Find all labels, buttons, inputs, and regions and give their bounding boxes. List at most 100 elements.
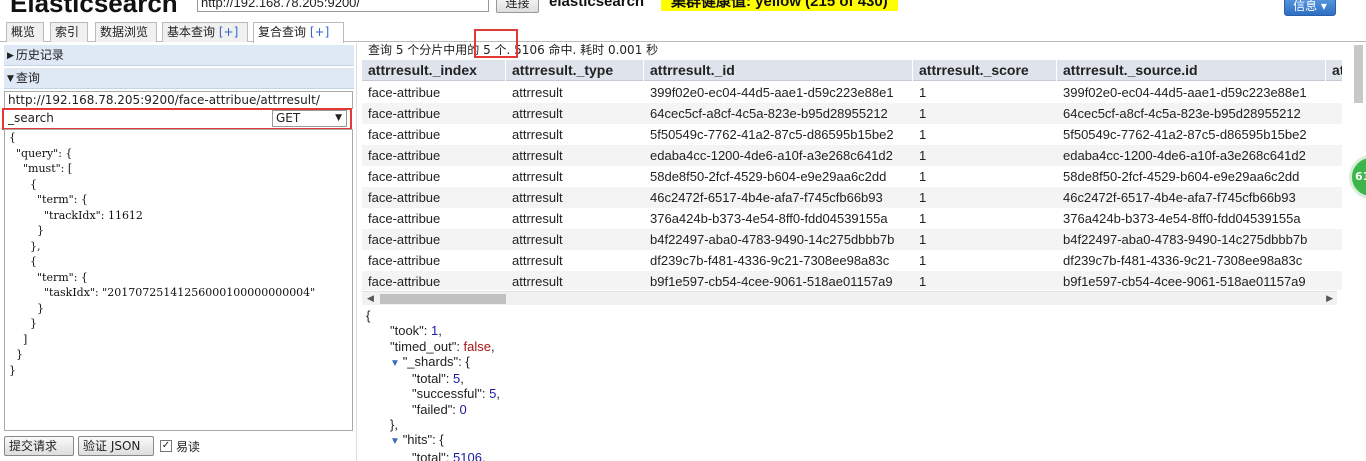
column-header[interactable]: attrresult._id — [644, 60, 913, 81]
json-brace: }, — [390, 417, 398, 433]
table-cell: 1 — [919, 127, 927, 142]
scroll-left-icon[interactable]: ◀ — [367, 292, 374, 306]
json-key: "total": — [412, 449, 454, 461]
json-line: "total": 5, — [366, 371, 866, 386]
json-line: { — [366, 308, 866, 323]
table-cell: 399f02e0-ec04-44d5-aae1-d59c223e88e1 — [650, 85, 894, 100]
caret-right-icon: ▶ — [7, 51, 14, 61]
app-logo: Elasticsearch — [10, 0, 178, 18]
pretty-label: 易读 — [176, 440, 201, 454]
json-value: 0 — [459, 401, 467, 417]
json-value: false — [463, 338, 492, 354]
table-cell: attrresult — [512, 106, 563, 121]
table-cell: 1 — [919, 85, 927, 100]
scrollbar-thumb[interactable] — [1354, 45, 1363, 103]
table-cell: 1 — [919, 253, 927, 268]
app-header: Elasticsearch http://192.168.78.205:9200… — [0, 0, 1366, 18]
table-cell: 376a424b-b373-4e54-8ff0-fdd04539155a — [650, 211, 888, 226]
table-row[interactable]: face-attribue attrresult 376a424b-b373-4e5… — [362, 208, 1342, 229]
tab-basic-query[interactable]: 基本查询 [+] — [162, 22, 248, 42]
table-row[interactable]: face-attribue attrresult df239c7b-f481-433… — [362, 250, 1342, 271]
main-tabs: 概览 索引 数据浏览 基本查询 [+] 复合查询 [+] — [0, 22, 1366, 43]
tab-label: 复合查询 — [258, 25, 307, 39]
cluster-url-input[interactable]: http://192.168.78.205:9200/ — [197, 0, 489, 12]
table-cell: edaba4cc-1200-4de6-a10f-a3e268c641d2 — [1063, 148, 1306, 163]
info-dropdown-button[interactable]: 信息 ▾ — [1284, 0, 1336, 16]
table-cell: 376a424b-b373-4e54-8ff0-fdd04539155a — [1063, 211, 1301, 226]
column-header[interactable]: attrresult._type — [506, 60, 644, 81]
table-row[interactable]: face-attribue attrresult 399f02e0-ec04-44d… — [362, 82, 1342, 103]
json-line: }, — [366, 417, 866, 432]
tab-compound-query[interactable]: 复合查询 [+] — [253, 22, 344, 43]
json-key: "hits": { — [402, 432, 444, 448]
table-row[interactable]: face-attribue attrresult 64cec5cf-a8cf-4c5… — [362, 103, 1342, 124]
table-cell: b4f22497-aba0-4783-9490-14c275dbbb7b — [650, 232, 895, 247]
tab-label: 概览 — [11, 25, 36, 39]
table-cell: face-attribue — [368, 253, 441, 268]
json-comma: , — [491, 338, 495, 354]
table-cell: face-attribue — [368, 106, 441, 121]
scroll-right-icon[interactable]: ▶ — [1326, 292, 1333, 306]
table-cell: df239c7b-f481-4336-9c21-7308ee98a83c — [1063, 253, 1303, 268]
column-header[interactable]: attr — [1326, 60, 1342, 81]
table-cell: 1 — [919, 106, 927, 121]
json-comma: , — [438, 323, 442, 339]
json-comma: , — [496, 386, 501, 402]
cluster-health-badge: 集群健康值: yellow (215 of 430) — [661, 0, 898, 11]
table-cell: attrresult — [512, 169, 563, 184]
json-brace: { — [366, 308, 371, 323]
json-response-viewer: { "took": 1, "timed_out": false, ▼ "_sha… — [366, 308, 866, 461]
table-row[interactable]: face-attribue attrresult 58de8f50-2fcf-452… — [362, 166, 1342, 187]
collapse-toggle-icon[interactable]: ▼ — [390, 436, 403, 447]
table-cell: face-attribue — [368, 85, 441, 100]
table-row[interactable]: face-attribue attrresult 46c2472f-6517-4b4… — [362, 187, 1342, 208]
json-line: "took": 1, — [366, 323, 866, 338]
tab-plus[interactable]: [+] — [310, 25, 329, 39]
tab-overview[interactable]: 概览 — [6, 22, 44, 42]
json-key: "took": — [390, 323, 432, 339]
history-label: 历史记录 — [15, 48, 64, 62]
table-cell: 1 — [919, 148, 927, 163]
column-header[interactable]: attrresult._score — [913, 60, 1057, 81]
table-cell: face-attribue — [368, 211, 441, 226]
table-row[interactable]: face-attribue attrresult 5f50549c-7762-41a… — [362, 124, 1342, 145]
collapse-toggle-icon[interactable]: ▼ — [390, 358, 403, 369]
horizontal-scrollbar[interactable]: ◀ ▶ — [362, 291, 1337, 305]
column-header[interactable]: attrresult._source.id — [1057, 60, 1326, 81]
query-url-input[interactable]: http://192.168.78.205:9200/face-attribue… — [4, 91, 353, 109]
scrollbar-thumb[interactable] — [380, 294, 506, 304]
table-cell: 1 — [919, 232, 927, 247]
query-body-textarea[interactable]: { "query": { "must": [ { "term": { "trac… — [4, 129, 353, 431]
pretty-checkbox[interactable]: ✓ — [160, 440, 172, 452]
table-cell: 399f02e0-ec04-44d5-aae1-d59c223e88e1 — [1063, 85, 1307, 100]
highlight-box — [2, 108, 352, 130]
table-cell: 1 — [919, 211, 927, 226]
json-comma: , — [460, 371, 464, 387]
column-header[interactable]: attrresult._index — [362, 60, 506, 81]
query-section-header[interactable]: ▼ 查询 — [4, 68, 354, 89]
tab-label: 索引 — [55, 25, 80, 39]
tab-label: 基本查询 — [167, 25, 216, 39]
vertical-scrollbar[interactable] — [1351, 43, 1366, 461]
query-panel: ▶ 历史记录 ▼ 查询 http://192.168.78.205:9200/fac… — [0, 43, 357, 461]
results-panel: 查询 5 个分片中用的 5 个. 5106 命中. 耗时 0.001 秒 att… — [362, 29, 1348, 461]
table-cell: 1 — [919, 274, 927, 289]
json-line: "successful": 5, — [366, 386, 866, 401]
table-cell: 64cec5cf-a8cf-4c5a-823e-b95d28955212 — [1063, 106, 1301, 121]
tab-browser[interactable]: 数据浏览 — [95, 22, 157, 42]
history-section-header[interactable]: ▶ 历史记录 — [4, 45, 354, 66]
json-key: "total": — [412, 371, 454, 387]
table-cell: 46c2472f-6517-4b4e-afa7-f745cfb66b93 — [1063, 190, 1296, 205]
table-cell: attrresult — [512, 274, 563, 289]
table-row[interactable]: face-attribue attrresult edaba4cc-1200-4de… — [362, 145, 1342, 166]
table-cell: 64cec5cf-a8cf-4c5a-823e-b95d28955212 — [650, 106, 888, 121]
connect-button[interactable]: 连接 — [496, 0, 539, 13]
table-row[interactable]: face-attribue attrresult b9f1e597-cb54-4ce… — [362, 271, 1342, 290]
tab-indices[interactable]: 索引 — [50, 22, 88, 42]
validate-json-button[interactable]: 验证 JSON — [78, 436, 154, 456]
tab-plus[interactable]: [+] — [219, 25, 238, 39]
table-cell: face-attribue — [368, 232, 441, 247]
submit-request-button[interactable]: 提交请求 — [4, 436, 74, 456]
table-cell: edaba4cc-1200-4de6-a10f-a3e268c641d2 — [650, 148, 893, 163]
table-row[interactable]: face-attribue attrresult b4f22497-aba0-478… — [362, 229, 1342, 250]
